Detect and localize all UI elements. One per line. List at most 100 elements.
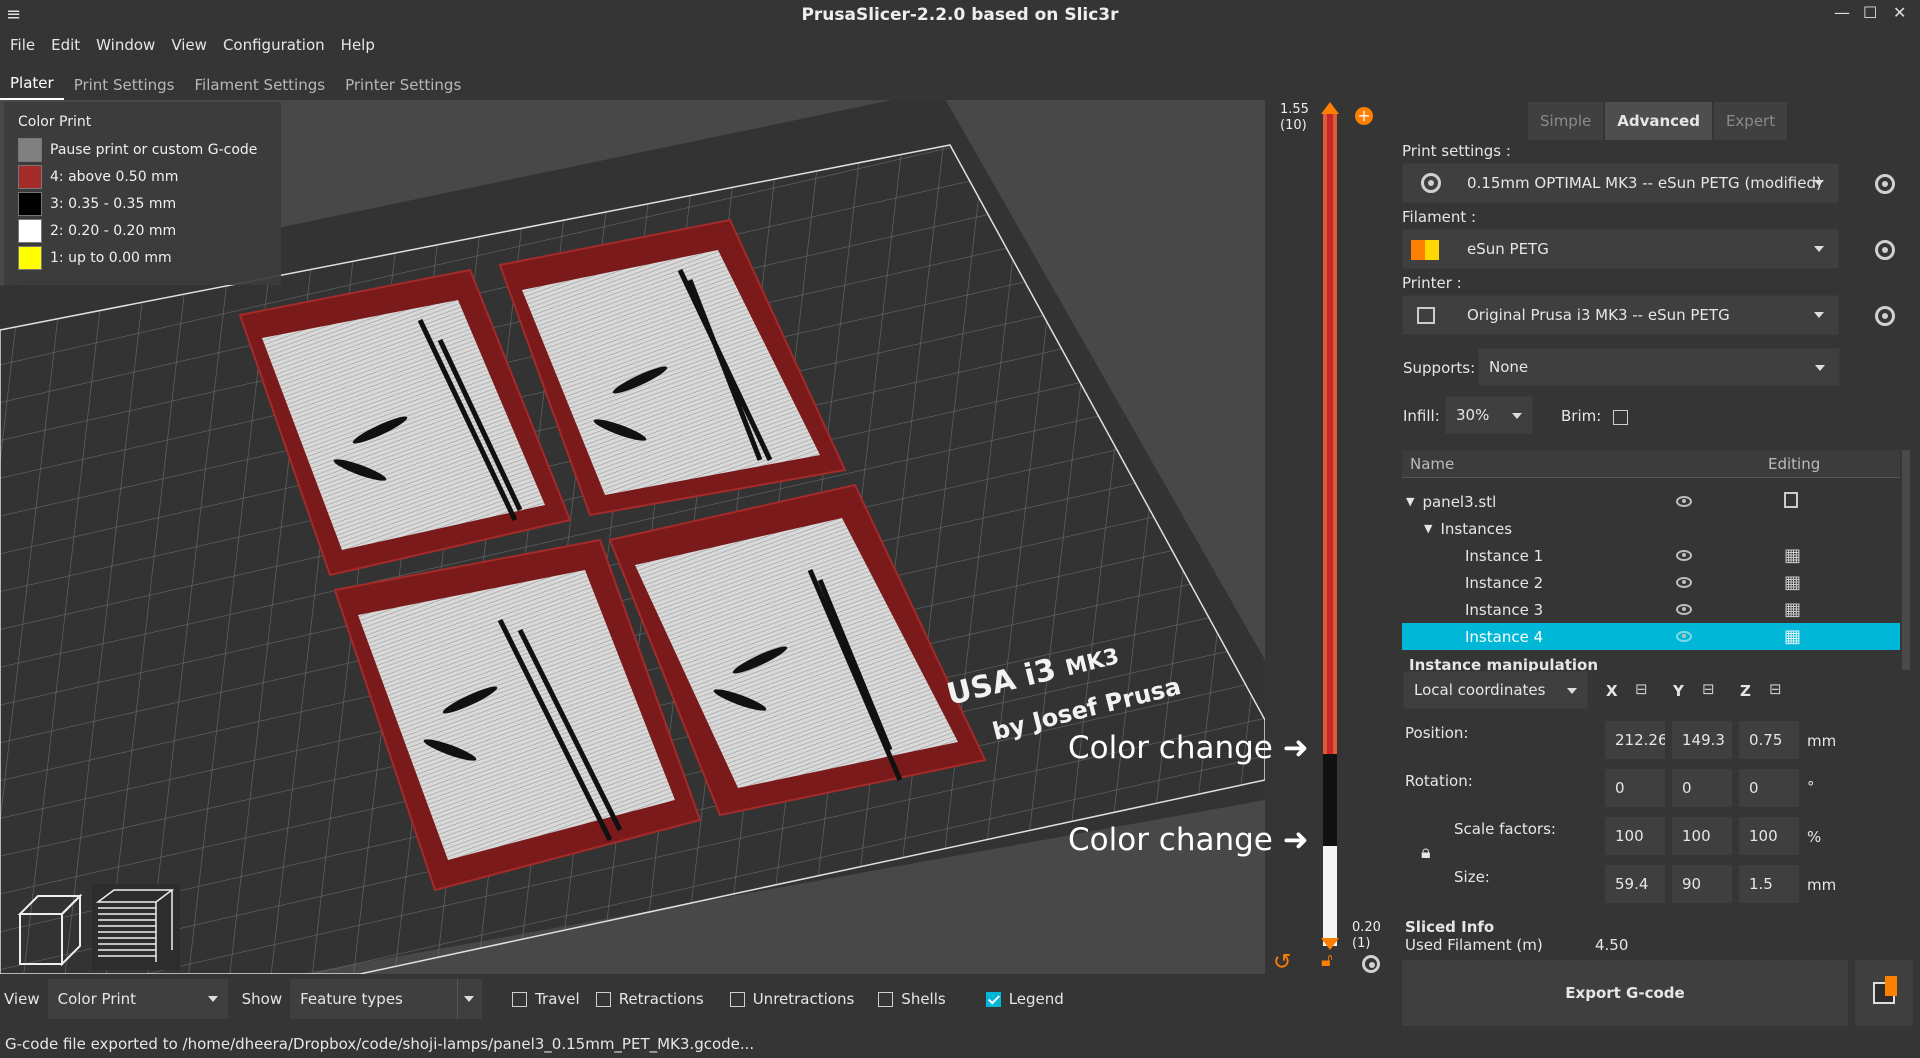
retractions-checkbox-box[interactable]	[595, 991, 611, 1007]
3d-view-cube-icon[interactable]	[8, 884, 88, 970]
supports-combo[interactable]: None	[1478, 348, 1840, 386]
unretractions-checkbox-box[interactable]	[729, 991, 745, 1007]
object-row-panel3[interactable]: ▼ panel3.stl	[1402, 488, 1900, 515]
travel-checkbox[interactable]: Travel	[512, 990, 580, 1008]
scale-y-input[interactable]: 100	[1672, 817, 1732, 855]
tab-filament-settings[interactable]: Filament Settings	[184, 76, 335, 100]
slider-top-thumb[interactable]	[1321, 102, 1339, 114]
instances-group-row[interactable]: ▼ Instances	[1402, 515, 1900, 542]
used-filament-value: 4.50	[1595, 936, 1629, 954]
infill-combo[interactable]: 30%	[1445, 396, 1533, 434]
legend-checkbox[interactable]: Legend	[985, 990, 1064, 1008]
print-settings-combo[interactable]: 0.15mm OPTIMAL MK3 -- eSun PETG (modifie…	[1402, 163, 1839, 203]
instance-row[interactable]: Instance 3 ▦	[1402, 596, 1900, 623]
tab-print-settings[interactable]: Print Settings	[64, 76, 185, 100]
rotation-unit: °	[1807, 778, 1815, 796]
scale-x-input[interactable]: 100	[1605, 817, 1665, 855]
object-settings-icon[interactable]	[1784, 492, 1798, 508]
drop-to-bed-z-icon[interactable]: ⊟	[1769, 680, 1782, 698]
instance-row-selected[interactable]: Instance 4 ▦	[1402, 623, 1900, 650]
status-text: G-code file exported to /home/dheera/Dro…	[5, 1035, 755, 1053]
instance-grid-icon[interactable]: ▦	[1784, 545, 1804, 566]
show-features-combo[interactable]: Feature types	[290, 979, 483, 1019]
mode-advanced-button[interactable]: Advanced	[1605, 102, 1712, 140]
eye-icon[interactable]	[1676, 496, 1692, 507]
export-gcode-button[interactable]: Export G-code	[1402, 960, 1848, 1026]
eye-icon[interactable]	[1676, 604, 1692, 615]
legend-title: Color Print	[18, 114, 92, 130]
add-color-change-icon[interactable]: +	[1355, 107, 1373, 125]
lock-icon[interactable]: 🔒︎	[1421, 842, 1431, 863]
menu-file[interactable]: File	[10, 36, 35, 54]
chevron-down-icon	[1815, 365, 1825, 371]
size-x-input[interactable]: 59.4	[1605, 865, 1665, 903]
unretractions-label: Unretractions	[752, 990, 855, 1008]
position-x-input[interactable]: 212.26	[1605, 721, 1665, 759]
slider-settings-gear-icon[interactable]	[1362, 955, 1380, 973]
position-z-input[interactable]: 0.75	[1739, 721, 1799, 759]
instance-row[interactable]: Instance 1 ▦	[1402, 542, 1900, 569]
position-y-input[interactable]: 149.3	[1672, 721, 1732, 759]
filament-edit-icon[interactable]	[1875, 240, 1895, 260]
legend-item: 1: up to 0.00 mm	[18, 244, 267, 271]
mode-simple-button[interactable]: Simple	[1528, 102, 1604, 140]
menu-edit[interactable]: Edit	[51, 36, 80, 54]
filament-combo[interactable]: eSun PETG	[1402, 229, 1839, 269]
eye-icon[interactable]	[1676, 550, 1692, 561]
travel-checkbox-box[interactable]	[512, 991, 528, 1007]
send-to-printer-button[interactable]	[1855, 960, 1913, 1026]
instance-row[interactable]: Instance 2 ▦	[1402, 569, 1900, 596]
preview-layers-icon[interactable]	[92, 884, 180, 970]
expand-arrow-icon[interactable]: ▼	[1406, 495, 1414, 508]
print-settings-edit-icon[interactable]	[1875, 174, 1895, 194]
main-tabs: Plater Print Settings Filament Settings …	[0, 68, 471, 100]
object-list-scrollbar[interactable]	[1902, 450, 1910, 670]
view-type-combo[interactable]: Color Print	[47, 979, 228, 1019]
minimize-icon[interactable]: —	[1834, 3, 1850, 22]
print-settings-icon	[1421, 173, 1441, 193]
instance-grid-icon[interactable]: ▦	[1784, 572, 1804, 593]
scale-z-input[interactable]: 100	[1739, 817, 1799, 855]
legend-item: 4: above 0.50 mm	[18, 163, 267, 190]
legend-swatch	[18, 245, 42, 270]
rotation-z-input[interactable]: 0	[1739, 769, 1799, 807]
mode-expert-button[interactable]: Expert	[1713, 102, 1788, 140]
unlock-icon[interactable]: 🔓︎	[1321, 950, 1333, 971]
printer-edit-icon[interactable]	[1875, 306, 1895, 326]
menu-window[interactable]: Window	[96, 36, 155, 54]
tab-plater[interactable]: Plater	[0, 74, 64, 100]
rotation-y-input[interactable]: 0	[1672, 769, 1732, 807]
legend-checkbox-box[interactable]	[985, 991, 1001, 1007]
legend-label: 2: 0.20 - 0.20 mm	[50, 222, 177, 239]
axis-x-label: X	[1606, 682, 1618, 700]
show-features-value: Feature types	[300, 990, 403, 1008]
size-z-input[interactable]: 1.5	[1739, 865, 1799, 903]
slider-bottom-thumb[interactable]	[1321, 938, 1339, 950]
drop-to-bed-x-icon[interactable]: ⊟	[1635, 680, 1648, 698]
tab-printer-settings[interactable]: Printer Settings	[335, 76, 471, 100]
scale-label: Scale factors:	[1454, 820, 1556, 838]
instance-grid-icon[interactable]: ▦	[1784, 626, 1804, 647]
brim-checkbox[interactable]	[1613, 410, 1628, 425]
coordinates-combo[interactable]: Local coordinates	[1403, 671, 1588, 709]
shells-checkbox[interactable]: Shells	[878, 990, 946, 1008]
eye-icon[interactable]	[1676, 577, 1692, 588]
drop-to-bed-y-icon[interactable]: ⊟	[1702, 680, 1715, 698]
menu-help[interactable]: Help	[341, 36, 375, 54]
maximize-icon[interactable]: ☐	[1863, 3, 1877, 22]
expand-arrow-icon[interactable]: ▼	[1424, 522, 1432, 535]
size-y-input[interactable]: 90	[1672, 865, 1732, 903]
unretractions-checkbox[interactable]: Unretractions	[729, 990, 855, 1008]
menu-view[interactable]: View	[171, 36, 207, 54]
retractions-checkbox[interactable]: Retractions	[595, 990, 704, 1008]
printer-combo[interactable]: Original Prusa i3 MK3 -- eSun PETG	[1402, 295, 1839, 335]
rotation-x-input[interactable]: 0	[1605, 769, 1665, 807]
revert-icon[interactable]: ↺	[1273, 950, 1291, 975]
instance-grid-icon[interactable]: ▦	[1784, 599, 1804, 620]
menu-configuration[interactable]: Configuration	[223, 36, 325, 54]
hamburger-menu-icon[interactable]: ≡	[6, 4, 21, 25]
shells-checkbox-box[interactable]	[878, 991, 894, 1007]
used-filament-label: Used Filament (m)	[1405, 936, 1543, 954]
close-icon[interactable]: ✕	[1893, 3, 1906, 22]
eye-icon[interactable]	[1676, 631, 1692, 642]
